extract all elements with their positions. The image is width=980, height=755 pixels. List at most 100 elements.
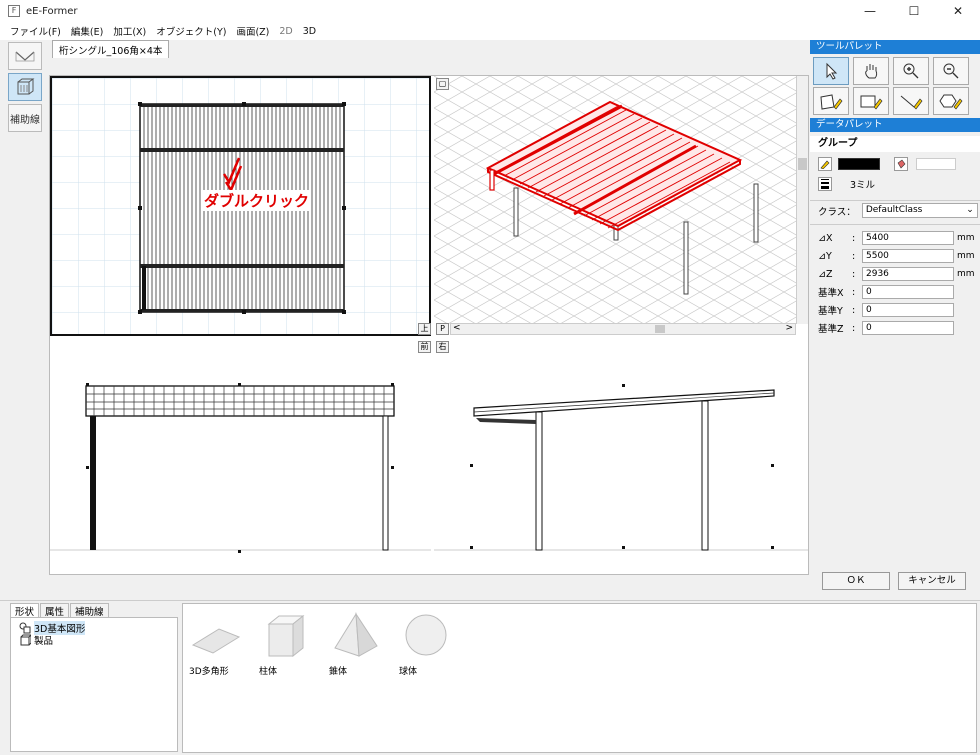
group-label: グループ <box>810 136 980 152</box>
top-viewport[interactable]: ダブルクリック <box>50 76 431 336</box>
line-pencil-icon <box>900 95 923 110</box>
perspective-toggle-icon[interactable]: ▢ <box>436 78 449 90</box>
field-dy: ⊿Y: 5500 mm <box>818 249 975 263</box>
document-tabs: 桁シングル_106角×4本 <box>52 40 170 58</box>
title-bar: F eE-Former — ☐ ✕ <box>0 0 980 22</box>
perspective-label[interactable]: P <box>436 323 449 335</box>
tree-item-label: 製品 <box>34 636 54 647</box>
top-view-label[interactable]: 上 <box>418 323 431 335</box>
perspective-vscroll[interactable] <box>796 76 808 324</box>
shape-card-polygon[interactable]: 3D多角形 <box>189 608 243 677</box>
maximize-button[interactable]: ☐ <box>892 0 936 22</box>
line-weight-icon[interactable] <box>818 177 832 191</box>
tab-shape[interactable]: 形状 <box>10 603 40 618</box>
shape-tree: 3D基本図形 製品 <box>10 617 178 752</box>
tab-attribute[interactable]: 属性 <box>40 603 70 618</box>
tab-aux-line[interactable]: 補助線 <box>70 603 109 618</box>
ok-button[interactable]: ＯＫ <box>822 572 890 590</box>
cube-frame-icon <box>17 78 35 95</box>
dx-input[interactable]: 5400 <box>862 231 954 245</box>
zoom-in-tool[interactable] <box>893 57 929 85</box>
line-color-swatch[interactable] <box>838 158 880 170</box>
zoom-out-icon <box>943 63 959 79</box>
shape-card-sphere[interactable]: 球体 <box>399 608 453 677</box>
sheet-pencil-icon <box>820 94 843 110</box>
scroll-thumb[interactable] <box>655 325 665 333</box>
select-tool[interactable] <box>813 57 849 85</box>
shape-3d-tool[interactable] <box>8 73 42 101</box>
menu-edit[interactable]: 編集(E) <box>71 24 103 38</box>
aux-line-tool[interactable]: 補助線 <box>8 104 42 132</box>
app-icon: F <box>8 5 20 17</box>
menu-file[interactable]: ファイル(F) <box>10 24 61 38</box>
right-viewport[interactable] <box>434 354 808 574</box>
viewport-area: ダブルクリック 上 ▢ P < > 前 右 <box>49 75 809 575</box>
shape-2d-tool[interactable] <box>8 42 42 70</box>
product-icon <box>20 634 31 646</box>
double-click-annotation: ダブルクリック <box>202 190 312 211</box>
tool-palette <box>810 54 980 118</box>
document-tab[interactable]: 桁シングル_106角×4本 <box>52 40 170 58</box>
fill-color-swatch[interactable] <box>916 158 956 170</box>
class-label: クラス： <box>818 206 856 218</box>
front-view-drawing <box>50 383 431 553</box>
shape-card-pyramid[interactable]: 錐体 <box>329 608 383 677</box>
left-toolbar: 補助線 <box>8 42 46 135</box>
zoom-in-icon <box>903 63 919 79</box>
menu-bar: ファイル(F) 編集(E) 加工(X) オブジェクト(Y) 画面(Z) 2D 3… <box>0 22 980 40</box>
close-button[interactable]: ✕ <box>936 0 980 22</box>
tree-item-product[interactable]: 製品 <box>19 633 53 647</box>
pencil-color-icon[interactable] <box>818 157 832 171</box>
vscroll-thumb[interactable] <box>798 158 807 170</box>
rect-draw-tool[interactable] <box>853 87 889 115</box>
right-view-drawing <box>434 384 808 551</box>
menu-process[interactable]: 加工(X) <box>113 24 146 38</box>
dy-input[interactable]: 5500 <box>862 249 954 263</box>
fill-bucket-icon[interactable] <box>894 157 908 171</box>
field-dx: ⊿X: 5400 mm <box>818 231 975 245</box>
window-title: eE-Former <box>26 5 78 17</box>
menu-view[interactable]: 画面(Z) <box>236 24 269 38</box>
polygon-3d-icon <box>189 608 243 662</box>
cancel-button[interactable]: キャンセル <box>898 572 966 590</box>
right-panel: ツールパレット データパレット グループ 3ミル クラス： DefaultCla… <box>810 40 980 600</box>
base-x-input[interactable]: 0 <box>862 285 954 299</box>
folded-sheet-icon <box>15 51 35 62</box>
sphere-icon <box>399 608 453 662</box>
class-select[interactable]: DefaultClass ⌄ <box>861 203 978 218</box>
hexagon-pencil-icon <box>939 94 963 110</box>
right-view-label[interactable]: 右 <box>436 341 449 353</box>
base-y-input[interactable]: 0 <box>862 303 954 317</box>
line-draw-tool[interactable] <box>893 87 929 115</box>
shape-gallery: 3D多角形 柱体 錐体 球体 <box>182 603 977 753</box>
polygon-draw-tool[interactable] <box>933 87 969 115</box>
pan-tool[interactable] <box>853 57 889 85</box>
class-value: DefaultClass <box>865 205 923 215</box>
menu-object[interactable]: オブジェクト(Y) <box>156 24 226 38</box>
field-dz: ⊿Z: 2936 mm <box>818 267 975 281</box>
field-base-z: 基準Z: 0 <box>810 319 980 337</box>
front-view-label[interactable]: 前 <box>418 341 431 353</box>
perspective-scrollbar[interactable]: < > <box>450 323 796 335</box>
prism-icon <box>259 608 313 662</box>
front-viewport[interactable] <box>50 354 431 574</box>
minimize-button[interactable]: — <box>848 0 892 22</box>
dz-input[interactable]: 2936 <box>862 267 954 281</box>
menu-2d[interactable]: 2D <box>279 26 292 37</box>
aux-line-label: 補助線 <box>10 114 40 126</box>
tool-palette-title: ツールパレット <box>810 40 980 54</box>
scroll-left-icon[interactable]: < <box>453 323 461 333</box>
data-palette-title: データパレット <box>810 118 980 132</box>
bottom-tabs: 形状 属性 補助線 <box>10 603 110 618</box>
menu-3d[interactable]: 3D <box>303 26 316 37</box>
zoom-out-tool[interactable] <box>933 57 969 85</box>
dimension-fields: ⊿X: 5400 mm ⊿Y: 5500 mm ⊿Z: 2936 mm 基準X:… <box>810 224 980 337</box>
shape-card-prism[interactable]: 柱体 <box>259 608 313 677</box>
field-base-x: 基準X: 0 <box>810 283 980 301</box>
line-weight-value[interactable]: 3ミル <box>850 177 875 191</box>
perspective-viewport[interactable] <box>434 76 808 324</box>
scroll-right-icon[interactable]: > <box>785 323 793 333</box>
base-z-input[interactable]: 0 <box>862 321 954 335</box>
pyramid-icon <box>329 608 383 662</box>
sheet-draw-tool[interactable] <box>813 87 849 115</box>
